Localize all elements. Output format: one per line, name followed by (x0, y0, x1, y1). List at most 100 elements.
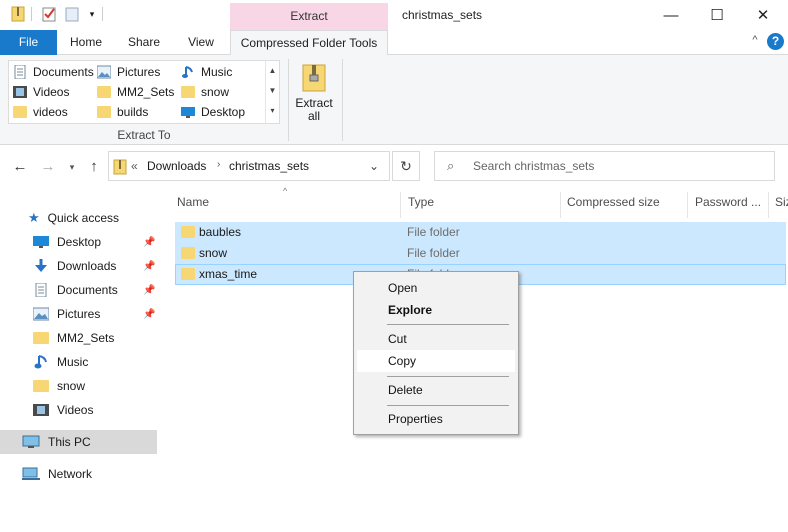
extract-to-documents[interactable]: Documents (13, 62, 94, 82)
gallery-label: Music (201, 65, 233, 79)
nav-label: Desktop (57, 235, 102, 249)
nav-label: Network (48, 467, 93, 481)
up-arrow-icon[interactable]: ↑ (86, 159, 102, 175)
maximize-button[interactable]: ☐ (694, 0, 740, 30)
nav-item-network[interactable]: Network (22, 462, 92, 486)
gallery-up-icon[interactable]: ▲ (266, 61, 279, 81)
customize-qat-icon[interactable]: ▾ (84, 6, 100, 22)
videos-icon (33, 404, 49, 416)
gallery-label: Desktop (201, 105, 246, 119)
nav-item-downloads[interactable]: Downloads 📌 (33, 254, 160, 278)
qat-divider (102, 7, 103, 21)
forward-arrow-icon[interactable]: → (40, 159, 56, 175)
desktop-icon (181, 107, 195, 118)
column-divider[interactable] (560, 192, 561, 218)
documents-icon (14, 65, 26, 79)
nav-item-pictures[interactable]: Pictures 📌 (33, 302, 160, 326)
column-header-name[interactable]: Name (177, 195, 209, 209)
nav-quick-access[interactable]: ★ Quick access (28, 206, 119, 230)
tab-compressed-folder-tools[interactable]: Compressed Folder Tools (230, 30, 388, 56)
zip-folder-icon (113, 159, 127, 175)
column-header-type[interactable]: Type (408, 195, 434, 209)
new-folder-icon[interactable] (64, 6, 80, 22)
menu-item-cut[interactable]: Cut (357, 328, 515, 350)
search-placeholder[interactable]: Search christmas_sets (473, 159, 594, 173)
context-menu: Open Explore Cut Copy Delete Properties (353, 271, 519, 435)
search-box[interactable]: ⌕ Search christmas_sets (434, 151, 775, 181)
nav-item-music[interactable]: Music (33, 350, 88, 374)
close-button[interactable]: ✕ (740, 0, 786, 30)
column-header-password[interactable]: Password ... (695, 195, 761, 209)
recent-locations-icon[interactable]: ▾ (64, 159, 80, 175)
gallery-down-icon[interactable]: ▼ (266, 81, 279, 101)
column-header-compressed-size[interactable]: Compressed size (567, 195, 660, 209)
menu-item-explore[interactable]: Explore (357, 299, 515, 321)
extract-to-videos[interactable]: Videos (13, 82, 69, 102)
nav-label: Music (57, 355, 89, 369)
desktop-icon (33, 236, 49, 248)
contextual-tab-header: Extract (230, 3, 388, 30)
file-name: baubles (199, 225, 242, 239)
nav-item-desktop[interactable]: Desktop 📌 (33, 230, 160, 254)
column-divider[interactable] (687, 192, 688, 218)
extract-to-snow[interactable]: snow (181, 82, 229, 102)
menu-item-copy[interactable]: Copy (357, 350, 515, 372)
back-arrow-icon[interactable]: ← (12, 159, 28, 175)
file-name: snow (199, 246, 228, 260)
address-overflow[interactable]: « (131, 159, 138, 173)
menu-separator (387, 324, 509, 325)
zip-folder-icon[interactable] (10, 6, 26, 22)
nav-item-documents[interactable]: Documents 📌 (33, 278, 160, 302)
column-divider[interactable] (400, 192, 401, 218)
breadcrumb-chevron-icon[interactable]: › (217, 159, 220, 170)
pin-icon[interactable]: 📌 (143, 309, 155, 320)
documents-icon (35, 283, 47, 297)
tab-file[interactable]: File (0, 30, 57, 55)
nav-item-snow[interactable]: snow (33, 374, 85, 398)
extract-to-videos-folder[interactable]: videos (13, 102, 68, 122)
address-dropdown-icon[interactable]: ⌄ (369, 159, 379, 173)
properties-icon[interactable] (41, 6, 57, 22)
extract-to-pictures[interactable]: Pictures (97, 62, 160, 82)
pictures-icon (97, 65, 111, 79)
help-icon[interactable]: ? (767, 33, 784, 50)
file-type: File folder (407, 246, 460, 260)
breadcrumb-downloads[interactable]: Downloads (147, 159, 206, 173)
folder-icon (181, 268, 195, 280)
address-bar[interactable]: « Downloads › christmas_sets ⌄ (108, 151, 390, 181)
tab-home[interactable]: Home (60, 30, 112, 55)
star-icon: ★ (28, 210, 40, 225)
column-header-size[interactable]: Siz (775, 195, 788, 209)
extract-to-desktop[interactable]: Desktop (181, 102, 245, 122)
column-divider[interactable] (768, 192, 769, 218)
nav-label: Downloads (57, 259, 117, 273)
pin-icon[interactable]: 📌 (143, 285, 155, 296)
nav-item-this-pc[interactable]: This PC (0, 430, 157, 454)
file-row-snow[interactable]: snow File folder (175, 243, 786, 264)
file-row-baubles[interactable]: baubles File folder (175, 222, 786, 243)
tab-view[interactable]: View (176, 30, 226, 55)
breadcrumb-christmas-sets[interactable]: christmas_sets (229, 159, 309, 173)
minimize-button[interactable]: — (648, 0, 694, 30)
menu-separator (387, 405, 509, 406)
menu-item-delete[interactable]: Delete (357, 379, 515, 401)
tab-share[interactable]: Share (118, 30, 170, 55)
menu-item-open[interactable]: Open (357, 277, 515, 299)
gallery-label: snow (201, 85, 230, 99)
pin-icon[interactable]: 📌 (143, 237, 155, 248)
refresh-icon[interactable]: ↻ (392, 151, 420, 181)
extract-to-mm2-sets[interactable]: MM2_Sets (97, 82, 174, 102)
ribbon-divider (342, 59, 343, 141)
gallery-more-icon[interactable]: ▾ (266, 101, 279, 121)
gallery-scrollbar[interactable]: ▲ ▼ ▾ (265, 61, 279, 123)
menu-item-properties[interactable]: Properties (357, 408, 515, 430)
navigation-pane: ★ Quick access Desktop 📌 Downloads 📌 Doc… (0, 190, 160, 532)
nav-item-mm2-sets[interactable]: MM2_Sets (33, 326, 114, 350)
extract-to-music[interactable]: Music (181, 62, 232, 82)
collapse-ribbon-icon[interactable]: ^ (748, 34, 762, 48)
pin-icon[interactable]: 📌 (143, 261, 155, 272)
navigation-bar: ← → ▾ ↑ « Downloads › christmas_sets ⌄ ↻… (0, 146, 788, 186)
extract-to-builds[interactable]: builds (97, 102, 148, 122)
extract-all-button[interactable]: Extract all (293, 59, 335, 125)
nav-item-videos[interactable]: Videos (33, 398, 93, 422)
